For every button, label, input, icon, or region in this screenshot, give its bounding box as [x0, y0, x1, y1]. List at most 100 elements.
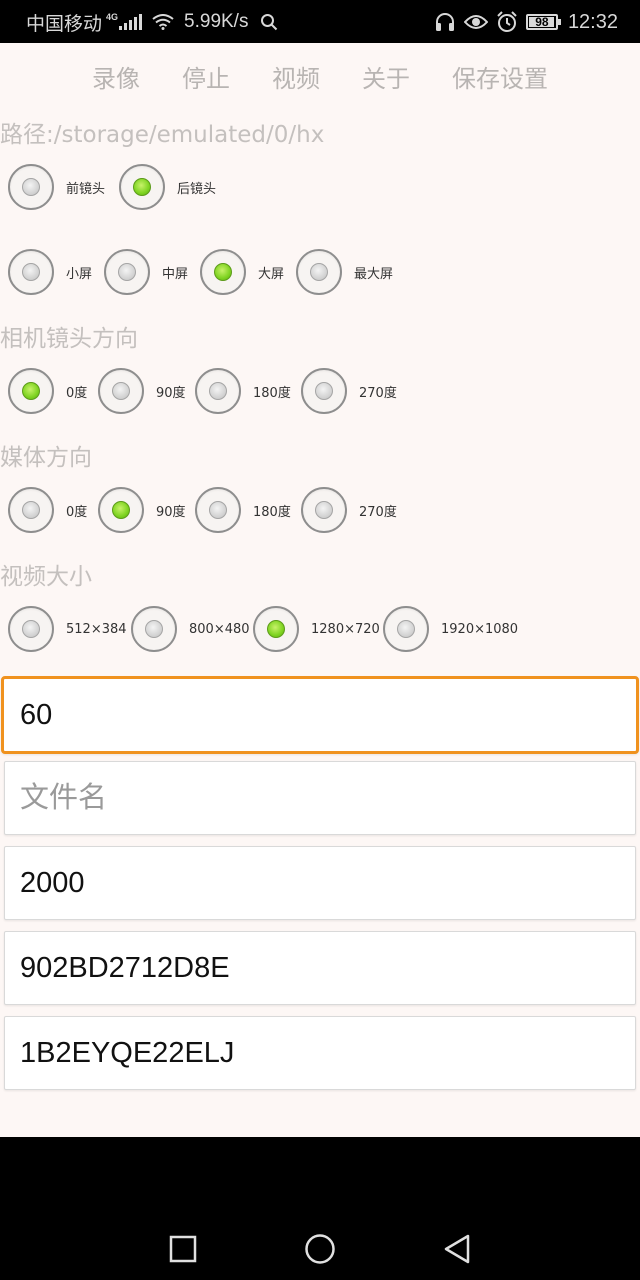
radio-size-512x384[interactable]: 512×384	[8, 601, 127, 657]
radio-lens-90[interactable]: 90度	[98, 363, 186, 419]
radio-indicator	[118, 263, 136, 281]
back-button[interactable]	[437, 1229, 477, 1269]
radio-label: 180度	[253, 385, 291, 401]
radio-button[interactable]	[131, 606, 177, 652]
radio-button[interactable]	[8, 606, 54, 652]
radio-back-camera[interactable]: 后镜头	[119, 159, 216, 215]
duration-input[interactable]	[1, 676, 639, 754]
radio-indicator	[22, 620, 40, 638]
radio-indicator	[315, 501, 333, 519]
radio-size-800x480[interactable]: 800×480	[131, 601, 250, 657]
radio-size-1280x720[interactable]: 1280×720	[253, 601, 380, 657]
radio-lens-270[interactable]: 270度	[301, 363, 397, 419]
radio-button[interactable]	[104, 249, 150, 295]
key-input[interactable]	[4, 1016, 636, 1090]
menu-save-settings[interactable]: 保存设置	[431, 61, 569, 97]
menu-record[interactable]: 录像	[71, 61, 161, 97]
radio-label: 小屏	[66, 266, 93, 282]
radio-label: 1920×1080	[441, 621, 519, 637]
lens-orientation-title: 相机镜头方向	[0, 326, 138, 352]
home-button[interactable]	[300, 1229, 340, 1269]
radio-button[interactable]	[296, 249, 342, 295]
eye-comfort-icon	[463, 15, 488, 29]
radio-media-0[interactable]: 0度	[8, 482, 87, 538]
radio-button[interactable]	[195, 368, 241, 414]
radio-button[interactable]	[8, 487, 54, 533]
radio-small-screen[interactable]: 小屏	[8, 244, 92, 300]
radio-button[interactable]	[119, 164, 165, 210]
radio-indicator	[112, 501, 130, 519]
radio-lens-0[interactable]: 0度	[8, 363, 87, 419]
radio-label: 最大屏	[354, 266, 394, 282]
circle-icon	[305, 1234, 335, 1264]
radio-button[interactable]	[301, 487, 347, 533]
radio-indicator	[133, 178, 151, 196]
radio-medium-screen[interactable]: 中屏	[104, 244, 188, 300]
radio-button[interactable]	[383, 606, 429, 652]
radio-label: 后镜头	[177, 181, 217, 197]
video-size-radio-group: 512×384 800×480 1280×720 1920×1080	[0, 601, 640, 657]
radio-media-270[interactable]: 270度	[301, 482, 397, 538]
radio-indicator	[22, 501, 40, 519]
radio-indicator	[315, 382, 333, 400]
radio-button[interactable]	[195, 487, 241, 533]
radio-label: 270度	[359, 504, 397, 520]
back-triangle-icon	[444, 1234, 470, 1264]
device-id-input[interactable]	[4, 931, 636, 1005]
navigation-bar	[0, 1137, 640, 1280]
battery-icon: 98	[525, 14, 561, 30]
video-size-title: 视频大小	[0, 564, 92, 590]
top-menu: 录像 停止 视频 关于 保存设置	[0, 61, 640, 97]
radio-label: 90度	[156, 385, 186, 401]
radio-size-1920x1080[interactable]: 1920×1080	[383, 601, 518, 657]
signal-icon	[119, 14, 143, 30]
filename-input[interactable]	[4, 761, 636, 835]
headset-icon	[435, 13, 454, 31]
storage-path: 路径:/storage/emulated/0/hx	[0, 122, 325, 148]
menu-stop[interactable]: 停止	[161, 61, 251, 97]
radio-label: 1280×720	[311, 621, 380, 637]
radio-label: 180度	[253, 504, 291, 520]
radio-front-camera[interactable]: 前镜头	[8, 159, 105, 215]
radio-indicator	[209, 501, 227, 519]
radio-label: 270度	[359, 385, 397, 401]
radio-large-screen[interactable]: 大屏	[200, 244, 284, 300]
radio-indicator	[22, 178, 40, 196]
recents-button[interactable]	[163, 1229, 203, 1269]
radio-indicator	[214, 263, 232, 281]
radio-button[interactable]	[301, 368, 347, 414]
screen-size-radio-group: 小屏 中屏 大屏 最大屏	[0, 244, 640, 300]
radio-media-180[interactable]: 180度	[195, 482, 291, 538]
media-orientation-radio-group: 0度 90度 180度 270度	[0, 482, 640, 538]
radio-label: 中屏	[162, 266, 189, 282]
radio-indicator	[397, 620, 415, 638]
wifi-icon	[152, 14, 174, 30]
menu-about[interactable]: 关于	[341, 61, 431, 97]
radio-label: 前镜头	[66, 181, 106, 197]
menu-video[interactable]: 视频	[251, 61, 341, 97]
radio-label: 大屏	[258, 266, 285, 282]
radio-button[interactable]	[253, 606, 299, 652]
radio-button[interactable]	[8, 368, 54, 414]
radio-label: 512×384	[66, 621, 127, 637]
settings-screen: 录像 停止 视频 关于 保存设置 路径:/storage/emulated/0/…	[0, 43, 640, 1137]
radio-indicator	[267, 620, 285, 638]
square-icon	[169, 1235, 197, 1263]
radio-indicator	[22, 263, 40, 281]
radio-label: 800×480	[189, 621, 250, 637]
radio-media-90[interactable]: 90度	[98, 482, 186, 538]
radio-button[interactable]	[8, 164, 54, 210]
radio-label: 0度	[66, 504, 88, 520]
clock: 12:32	[567, 10, 618, 33]
radio-button[interactable]	[8, 249, 54, 295]
radio-max-screen[interactable]: 最大屏	[296, 244, 393, 300]
radio-indicator	[112, 382, 130, 400]
radio-button[interactable]	[98, 487, 144, 533]
status-bar: 中国移动 4G 5.99K/s 98 12:32	[0, 0, 640, 43]
bitrate-input[interactable]	[4, 846, 636, 920]
radio-button[interactable]	[98, 368, 144, 414]
radio-button[interactable]	[200, 249, 246, 295]
radio-indicator	[209, 382, 227, 400]
radio-lens-180[interactable]: 180度	[195, 363, 291, 419]
media-orientation-title: 媒体方向	[0, 445, 92, 471]
